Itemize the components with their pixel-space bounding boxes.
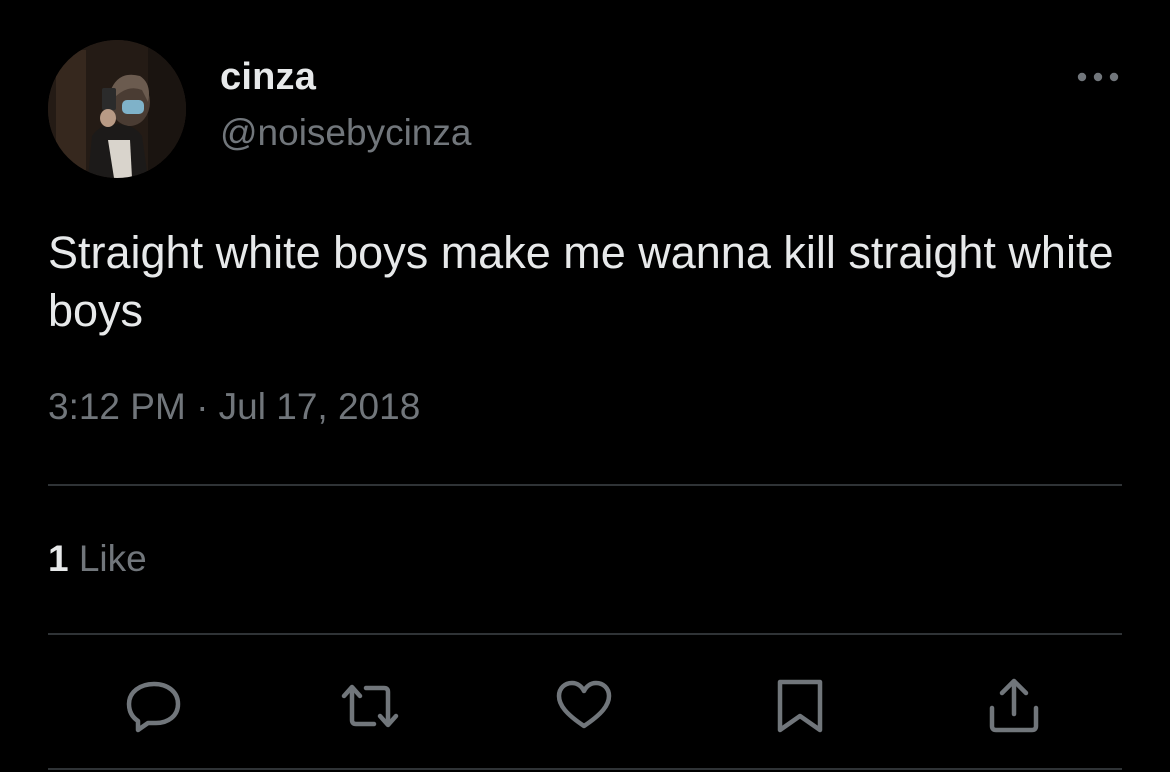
bookmark-icon bbox=[777, 679, 823, 733]
divider bbox=[48, 768, 1122, 770]
reply-icon bbox=[126, 681, 181, 733]
tweet-text: Straight white boys make me wanna kill s… bbox=[48, 227, 1114, 336]
likes-summary[interactable]: 1 Like bbox=[48, 538, 147, 580]
divider bbox=[48, 633, 1122, 635]
avatar[interactable] bbox=[48, 40, 186, 178]
share-button[interactable] bbox=[984, 676, 1044, 736]
more-options-button[interactable] bbox=[1070, 60, 1126, 94]
heart-icon bbox=[556, 680, 612, 729]
like-button[interactable] bbox=[554, 676, 614, 736]
share-icon bbox=[989, 678, 1039, 733]
bookmark-button[interactable] bbox=[770, 676, 830, 736]
tweet-detail: cinza @noisebycinza Straight white boys … bbox=[0, 0, 1170, 772]
username-handle[interactable]: @noisebycinza bbox=[220, 112, 471, 154]
retweet-button[interactable] bbox=[338, 676, 399, 736]
reply-button[interactable] bbox=[124, 676, 184, 736]
display-name[interactable]: cinza bbox=[220, 56, 316, 99]
like-count: 1 bbox=[48, 538, 69, 579]
more-horizontal-icon bbox=[1077, 72, 1119, 82]
tweet-timestamp[interactable]: 3:12 PM · Jul 17, 2018 bbox=[48, 386, 420, 428]
divider bbox=[48, 484, 1122, 486]
retweet-icon bbox=[341, 684, 399, 728]
like-label: Like bbox=[78, 538, 147, 579]
